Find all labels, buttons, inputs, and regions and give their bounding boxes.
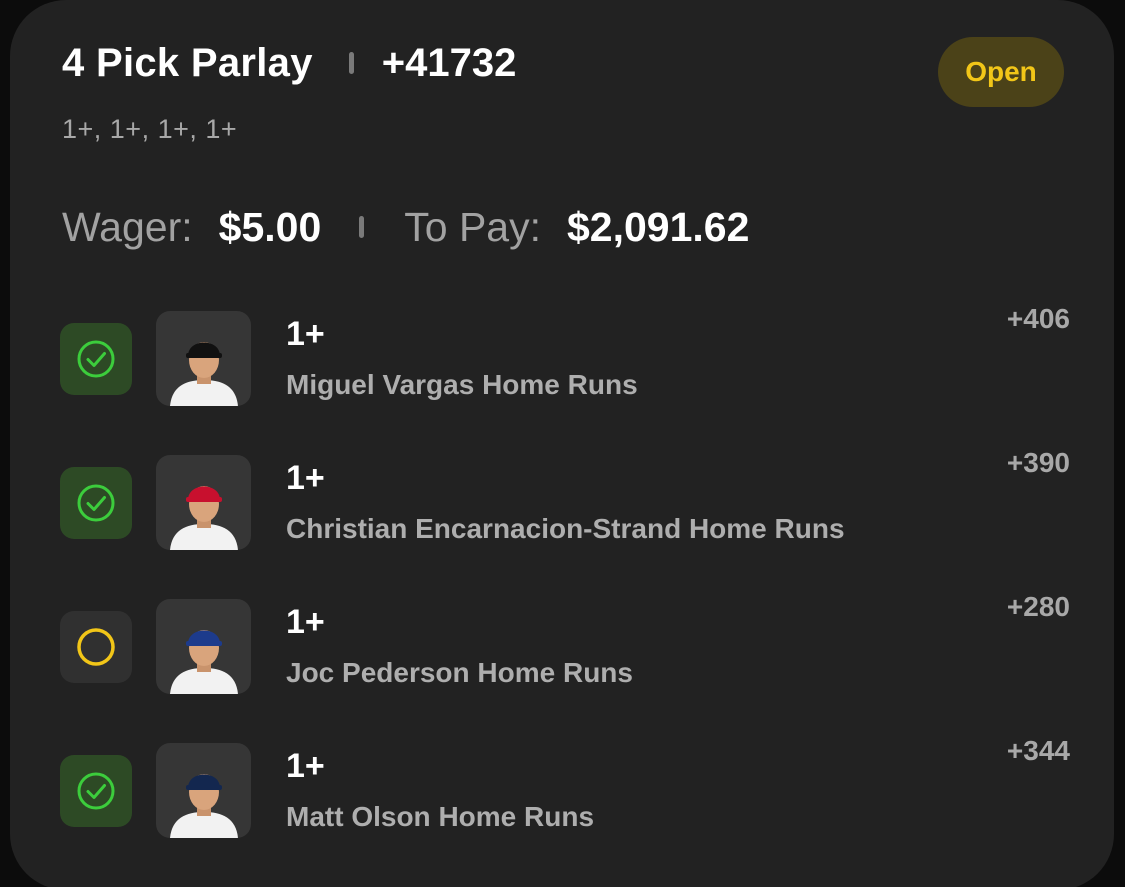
leg-line: 1+: [286, 747, 325, 785]
open-circle-icon: [77, 628, 115, 666]
player-avatar: [156, 311, 251, 406]
leg-row[interactable]: 1+ Christian Encarnacion-Strand Home Run…: [60, 447, 1070, 575]
player-headshot-icon: [169, 486, 238, 550]
check-circle-icon: [77, 772, 115, 810]
leg-odds: +280: [1006, 591, 1070, 622]
parlay-card[interactable]: 4 Pick Parlay +41732 Open 1+, 1+, 1+, 1+…: [10, 0, 1114, 887]
leg-status: [60, 611, 132, 683]
player-headshot-icon: [169, 774, 238, 838]
payout-value: $2,091.62: [566, 203, 750, 250]
leg-odds: +344: [1006, 735, 1070, 766]
leg-row[interactable]: 1+ Matt Olson Home Runs +344: [60, 735, 1070, 863]
leg-line: 1+: [286, 603, 325, 641]
leg-status: [60, 467, 132, 539]
check-circle-icon: [77, 340, 115, 378]
wager-label: Wager:: [62, 203, 193, 250]
total-odds: +41732: [381, 40, 517, 85]
leg-line: 1+: [286, 459, 325, 497]
leg-line: 1+: [286, 315, 325, 353]
title-divider: [348, 52, 354, 74]
leg-market: Matt Olson Home Runs: [286, 801, 595, 832]
wager-divider: [359, 216, 365, 238]
title-row: 4 Pick Parlay +41732: [62, 38, 516, 88]
leg-odds: +390: [1006, 447, 1070, 478]
parlay-lines-summary: 1+, 1+, 1+, 1+: [62, 114, 238, 144]
parlay-title: 4 Pick Parlay: [62, 40, 313, 85]
check-circle-icon: [77, 484, 115, 522]
player-avatar: [156, 455, 251, 550]
leg-market: Miguel Vargas Home Runs: [286, 369, 638, 400]
wager-value: $5.00: [218, 203, 322, 250]
payout-label: To Pay:: [404, 203, 541, 250]
player-avatar: [156, 743, 251, 838]
leg-row[interactable]: 1+ Miguel Vargas Home Runs +406: [60, 303, 1070, 431]
player-headshot-icon: [169, 342, 238, 406]
player-avatar: [156, 599, 251, 694]
leg-status: [60, 755, 132, 827]
status-badge: Open: [938, 37, 1064, 107]
wager-row: Wager: $5.00 To Pay: $2,091.62: [62, 200, 749, 254]
leg-row[interactable]: 1+ Joc Pederson Home Runs +280: [60, 591, 1070, 719]
player-headshot-icon: [169, 630, 238, 694]
leg-odds: +406: [1006, 303, 1070, 334]
leg-market: Christian Encarnacion-Strand Home Runs: [286, 513, 845, 544]
leg-status: [60, 323, 132, 395]
leg-market: Joc Pederson Home Runs: [286, 657, 633, 688]
